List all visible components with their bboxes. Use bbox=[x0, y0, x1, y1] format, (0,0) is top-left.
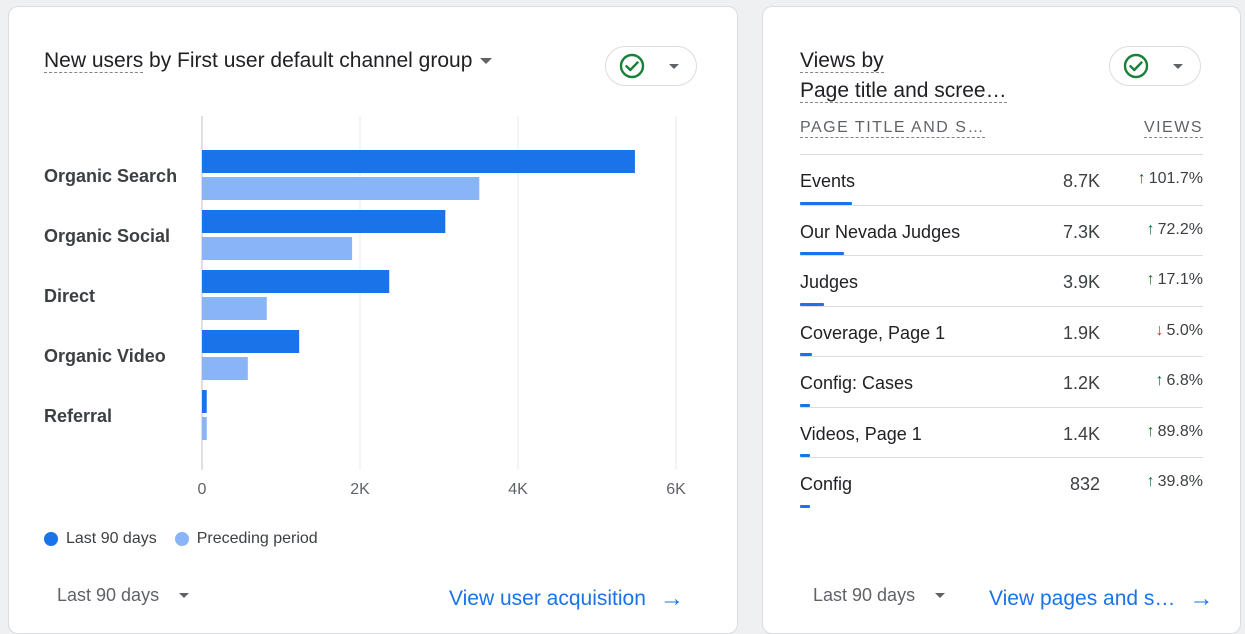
page-title-cell: Events bbox=[800, 171, 856, 191]
view-pages-link[interactable]: View pages and s… → bbox=[989, 585, 1213, 613]
legend-dot-icon bbox=[174, 532, 189, 546]
change-cell: ↑ 39.8% bbox=[1147, 473, 1203, 491]
caret-down-icon bbox=[179, 593, 190, 598]
bar-last-90-days bbox=[202, 270, 390, 293]
arrow-up-icon: ↑ bbox=[1146, 473, 1155, 490]
arrow-up-icon: ↑ bbox=[1155, 372, 1164, 389]
category-label: Organic Social bbox=[44, 226, 170, 246]
change-cell: ↓ 5.0% bbox=[1156, 322, 1203, 340]
legend-dot-icon bbox=[44, 532, 58, 546]
views-cell: 8.7K bbox=[1062, 171, 1100, 191]
arrow-right-icon: → bbox=[659, 585, 684, 612]
page-title-cell: Judges bbox=[800, 272, 859, 292]
change-value: 89.8% bbox=[1157, 422, 1203, 440]
table-row[interactable]: Config: Cases 1.2K ↑ 6.8% bbox=[800, 356, 1203, 407]
arrow-down-icon: ↓ bbox=[1155, 321, 1164, 339]
bar-last-90-days bbox=[202, 210, 446, 233]
page-title-cell: Our Nevada Judges bbox=[800, 221, 961, 242]
x-tick-label: 6K bbox=[666, 481, 686, 498]
change-value: 72.2% bbox=[1157, 220, 1203, 238]
dimension-label[interactable]: Page title and scree… bbox=[800, 79, 1007, 103]
views-cell: 7.3K bbox=[1062, 221, 1100, 242]
bar-preceding-period bbox=[202, 237, 353, 260]
arrow-up-icon: ↑ bbox=[1146, 220, 1155, 238]
page-title-cell: Coverage, Page 1 bbox=[800, 322, 946, 343]
bar-last-90-days bbox=[202, 390, 207, 413]
bar-chart: 0 2K 4K 6K Organic Search Organic Social Direc… bbox=[44, 116, 686, 498]
legend-item-series-2[interactable]: Preceding period bbox=[174, 530, 318, 548]
bar-preceding-period bbox=[202, 297, 267, 320]
date-range-dropdown[interactable]: Last 90 days bbox=[57, 585, 190, 606]
legend-label: Last 90 days bbox=[66, 530, 157, 547]
date-range-label: Last 90 days bbox=[813, 585, 916, 605]
caret-down-icon bbox=[935, 593, 946, 598]
change-value: 6.8% bbox=[1166, 372, 1203, 389]
arrow-right-icon: → bbox=[1189, 585, 1214, 612]
category-label: Organic Search bbox=[44, 166, 177, 186]
legend-label: Preceding period bbox=[196, 530, 318, 547]
date-range-dropdown[interactable]: Last 90 days bbox=[813, 585, 946, 606]
table-row[interactable]: Judges 3.9K ↑ 17.1% bbox=[800, 255, 1203, 306]
table-row[interactable]: Coverage, Page 1 1.9K ↓ 5.0% bbox=[800, 305, 1203, 356]
change-cell: ↑ 17.1% bbox=[1147, 271, 1203, 289]
x-tick-label: 0 bbox=[198, 481, 207, 498]
view-link-label: View pages and s… bbox=[989, 587, 1176, 610]
change-value: 101.7% bbox=[1148, 170, 1203, 187]
view-link-label: View user acquisition bbox=[449, 587, 646, 610]
change-cell: ↑ 89.8% bbox=[1147, 423, 1203, 441]
change-value: 39.8% bbox=[1157, 473, 1203, 490]
change-value: 5.0% bbox=[1166, 321, 1203, 339]
bar-preceding-period bbox=[202, 177, 480, 200]
views-cell: 1.2K bbox=[1062, 373, 1100, 393]
bar-last-90-days bbox=[202, 330, 300, 353]
views-cell: 1.4K bbox=[1062, 423, 1100, 444]
views-cell: 1.9K bbox=[1062, 322, 1100, 343]
pages-table: Events 8.7K ↑ 101.7% Our Nevada Judges 7.3K ↑ 7… bbox=[800, 154, 1203, 508]
table-header: PAGE TITLE AND S… VIEWS bbox=[800, 119, 1203, 145]
date-range-label: Last 90 days bbox=[57, 585, 160, 605]
metric-label[interactable]: Views by bbox=[800, 49, 884, 73]
change-value: 17.1% bbox=[1157, 271, 1203, 288]
change-cell: ↑ 72.2% bbox=[1147, 221, 1203, 239]
view-user-acquisition-link[interactable]: View user acquisition → bbox=[449, 585, 684, 613]
x-tick-label: 4K bbox=[508, 481, 528, 498]
legend-item-series-1[interactable]: Last 90 days bbox=[44, 530, 157, 548]
bar-preceding-period bbox=[202, 417, 207, 440]
chart-legend: Last 90 days Preceding period bbox=[44, 530, 336, 548]
chevron-down-icon bbox=[1173, 64, 1183, 69]
column-header-views[interactable]: VIEWS bbox=[1143, 119, 1203, 138]
pages-card-title[interactable]: Views by Page title and scree… bbox=[800, 48, 1007, 104]
table-row[interactable]: Events 8.7K ↑ 101.7% bbox=[800, 154, 1203, 205]
category-label: Referral bbox=[44, 406, 112, 426]
views-cell: 3.9K bbox=[1062, 272, 1100, 292]
table-row[interactable]: Config 832 ↑ 39.8% bbox=[800, 457, 1203, 508]
x-tick-label: 2K bbox=[350, 481, 370, 498]
column-header-page-title[interactable]: PAGE TITLE AND S… bbox=[800, 119, 985, 138]
bar-preceding-period bbox=[202, 357, 248, 380]
category-label: Organic Video bbox=[44, 346, 166, 366]
table-row[interactable]: Our Nevada Judges 7.3K ↑ 72.2% bbox=[800, 204, 1203, 255]
arrow-up-icon: ↑ bbox=[1146, 271, 1155, 288]
share-bar bbox=[800, 504, 810, 508]
page-title-cell: Config: Cases bbox=[800, 373, 914, 393]
views-cell: 832 bbox=[1069, 474, 1100, 494]
change-cell: ↑ 101.7% bbox=[1138, 170, 1203, 188]
table-row[interactable]: Videos, Page 1 1.4K ↑ 89.8% bbox=[800, 406, 1203, 457]
page-title-cell: Videos, Page 1 bbox=[800, 423, 922, 444]
arrow-up-icon: ↑ bbox=[1137, 170, 1146, 187]
arrow-up-icon: ↑ bbox=[1146, 422, 1155, 440]
change-cell: ↑ 6.8% bbox=[1156, 372, 1203, 390]
bar-last-90-days bbox=[202, 150, 635, 173]
check-circle-icon bbox=[1123, 53, 1149, 79]
page-title-cell: Config bbox=[800, 474, 853, 494]
category-label: Direct bbox=[44, 286, 95, 306]
compare-toggle-button[interactable] bbox=[1109, 46, 1201, 86]
